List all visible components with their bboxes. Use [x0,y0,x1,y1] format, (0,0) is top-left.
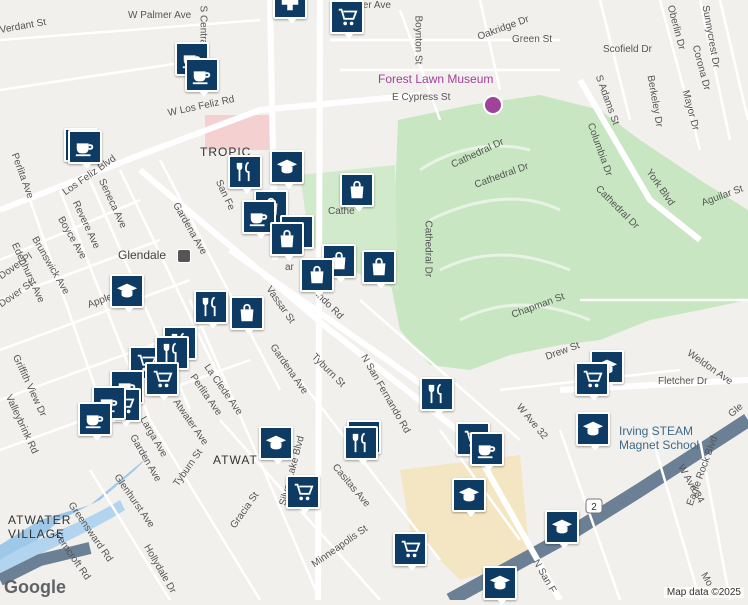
street-label: S Central [197,5,209,48]
shopping-pin[interactable] [300,258,334,297]
forest-lawn-museum-label: Forest Lawn Museum [378,72,494,86]
restaurant-pin[interactable] [194,290,228,329]
svg-text:2: 2 [591,502,597,513]
street-label: Green St [512,34,553,45]
shopping-pin[interactable] [362,250,396,289]
route-shield: 2 [585,498,603,514]
grocery-pin[interactable] [286,475,320,514]
restaurant-pin[interactable] [420,377,454,416]
school-pin[interactable] [545,510,579,549]
school-pin[interactable] [270,150,304,189]
cafe-pin[interactable] [68,130,102,169]
school-pin[interactable] [110,274,144,313]
pharmacy-pin[interactable] [273,0,307,24]
atwater-village-label-1: ATWATER [8,513,72,527]
grocery-pin[interactable] [575,362,609,401]
museum-icon[interactable] [483,95,503,115]
cafe-pin[interactable] [470,432,504,471]
school-pin[interactable] [483,566,517,605]
glendale-label: Glendale [118,248,167,262]
cafe-pin[interactable] [185,58,219,97]
street-label: Cathe [328,206,355,217]
street-label: Cathedral Dr [422,220,434,278]
google-logo: Google [4,577,66,597]
street-label: ar [285,262,294,273]
grocery-pin[interactable] [393,532,427,571]
grocery-pin[interactable] [145,362,179,401]
grocery-pin[interactable] [330,0,364,39]
map-credit: Map data ©2025 [663,587,744,598]
street-label: W Palmer Ave [128,10,192,21]
school-pin[interactable] [576,412,610,451]
school-pin[interactable] [259,426,293,465]
street-label: E Cypress St [392,92,451,103]
irving-school-label: Irving STEAM Magnet School [619,424,700,452]
restaurant-pin[interactable] [344,426,378,465]
restaurant-pin[interactable] [228,155,262,194]
atwater-label: ATWAT [213,453,258,467]
shopping-pin[interactable] [340,173,374,212]
cafe-pin[interactable] [78,402,112,441]
street-label: Fletcher Dr [658,376,708,387]
map-canvas[interactable]: 2 Forest Lawn Museum TROPIC Glendale ATW… [0,0,748,605]
street-label: Boynton St [412,15,424,65]
street-label: Scofield Dr [603,44,652,55]
shopping-pin[interactable] [270,222,304,261]
shopping-pin[interactable] [230,296,264,335]
train-station-icon[interactable] [177,249,191,263]
school-pin[interactable] [452,478,486,517]
